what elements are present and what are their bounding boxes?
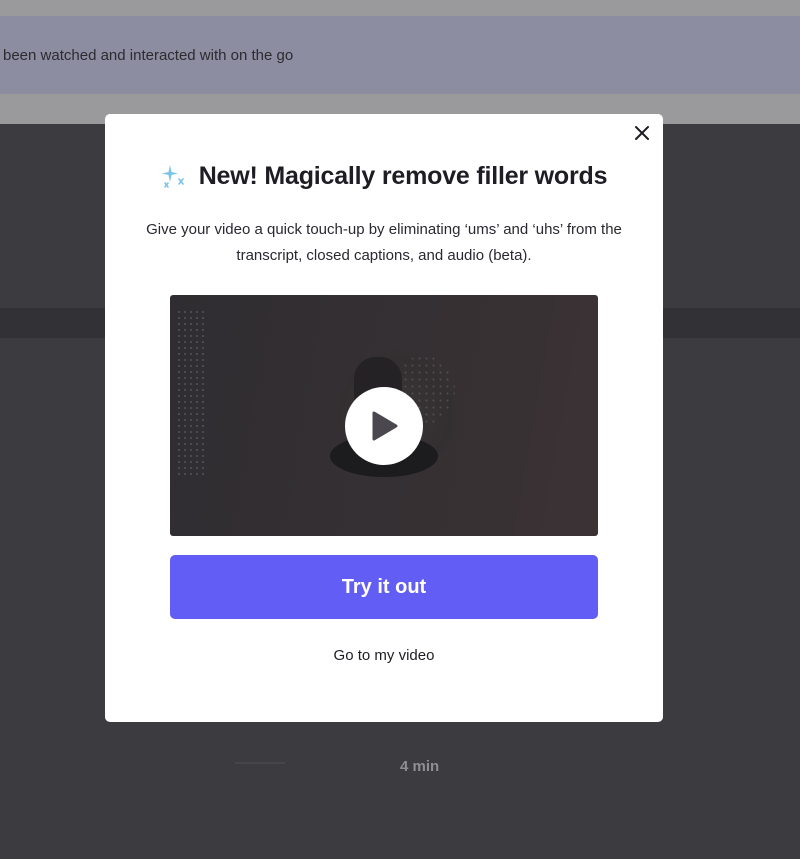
background-banner-text: been watched and interacted with on the … (3, 46, 294, 64)
play-button[interactable] (345, 387, 423, 465)
play-icon (372, 411, 398, 441)
modal-description: Give your video a quick touch-up by elim… (146, 221, 622, 264)
close-button[interactable] (631, 122, 653, 144)
background-banner: been watched and interacted with on the … (0, 16, 800, 94)
video-dot-pattern (176, 309, 206, 479)
try-it-out-button[interactable]: Try it out (170, 555, 598, 619)
video-preview[interactable] (170, 295, 598, 536)
sparkle-icon (161, 164, 184, 188)
close-icon (635, 126, 649, 140)
modal-header: New! Magically remove filler words (105, 162, 663, 191)
background-divider (235, 762, 285, 764)
go-to-my-video-link[interactable]: Go to my video (105, 647, 663, 664)
feature-announcement-modal: New! Magically remove filler words Give … (105, 114, 663, 722)
modal-title: New! Magically remove filler words (198, 162, 608, 190)
background-duration: 4 min (400, 758, 440, 775)
